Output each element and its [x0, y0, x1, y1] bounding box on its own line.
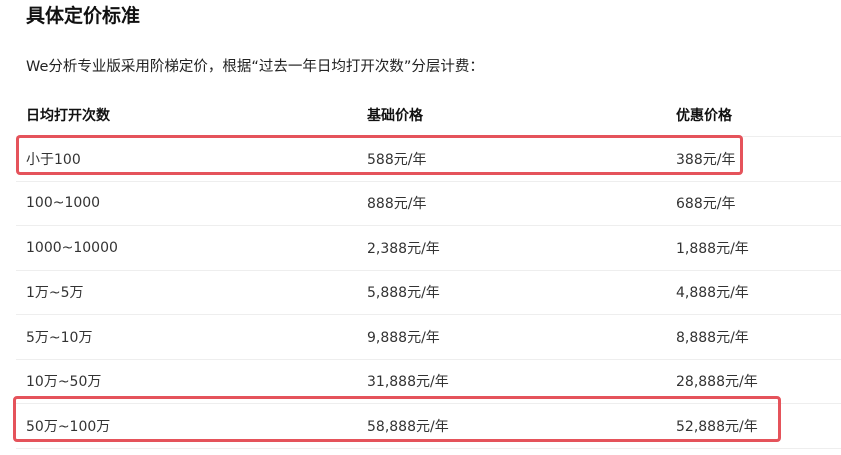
- table-row: 10万~50万 31,888元/年 28,888元/年: [16, 360, 841, 404]
- tier-range: 50万~100万: [26, 418, 111, 435]
- table-row: 1000~10000 2,388元/年 1,888元/年: [16, 226, 841, 271]
- table-row: 5万~10万 9,888元/年 8,888元/年: [16, 315, 841, 360]
- base-price: 588元/年: [367, 151, 427, 168]
- header-daily-opens: 日均打开次数: [26, 107, 110, 124]
- tier-range: 100~1000: [26, 195, 101, 212]
- discount-price: 52,888元/年: [676, 418, 758, 435]
- tier-range: 小于100: [26, 151, 81, 168]
- discount-price: 1,888元/年: [676, 240, 749, 257]
- tier-range: 1万~5万: [26, 285, 84, 302]
- discount-price: 8,888元/年: [676, 329, 749, 346]
- table-row: 50万~100万 58,888元/年 52,888元/年: [16, 404, 841, 449]
- table-header-row: 日均打开次数 基础价格 优惠价格: [16, 93, 841, 137]
- pricing-page: 具体定价标准 We分析专业版采用阶梯定价，根据“过去一年日均打开次数”分层计费：…: [0, 0, 841, 455]
- pricing-table: 日均打开次数 基础价格 优惠价格 小于100 588元/年 388元/年 100…: [16, 93, 841, 449]
- pricing-intro: We分析专业版采用阶梯定价，根据“过去一年日均打开次数”分层计费：: [26, 59, 484, 75]
- table-row: 小于100 588元/年 388元/年: [16, 137, 841, 182]
- discount-price: 4,888元/年: [676, 285, 749, 302]
- base-price: 9,888元/年: [367, 329, 440, 346]
- base-price: 888元/年: [367, 196, 427, 213]
- tier-range: 10万~50万: [26, 374, 102, 391]
- base-price: 58,888元/年: [367, 418, 449, 435]
- discount-price: 388元/年: [676, 151, 736, 168]
- discount-price: 28,888元/年: [676, 374, 758, 391]
- base-price: 5,888元/年: [367, 285, 440, 302]
- table-row: 1万~5万 5,888元/年 4,888元/年: [16, 271, 841, 315]
- tier-range: 1000~10000: [26, 239, 118, 256]
- table-row: 100~1000 888元/年 688元/年: [16, 182, 841, 226]
- section-title: 具体定价标准: [26, 5, 141, 27]
- discount-price: 688元/年: [676, 196, 736, 213]
- base-price: 2,388元/年: [367, 240, 440, 257]
- header-base-price: 基础价格: [367, 107, 423, 124]
- tier-range: 5万~10万: [26, 329, 93, 346]
- base-price: 31,888元/年: [367, 374, 449, 391]
- header-discount-price: 优惠价格: [676, 107, 732, 124]
